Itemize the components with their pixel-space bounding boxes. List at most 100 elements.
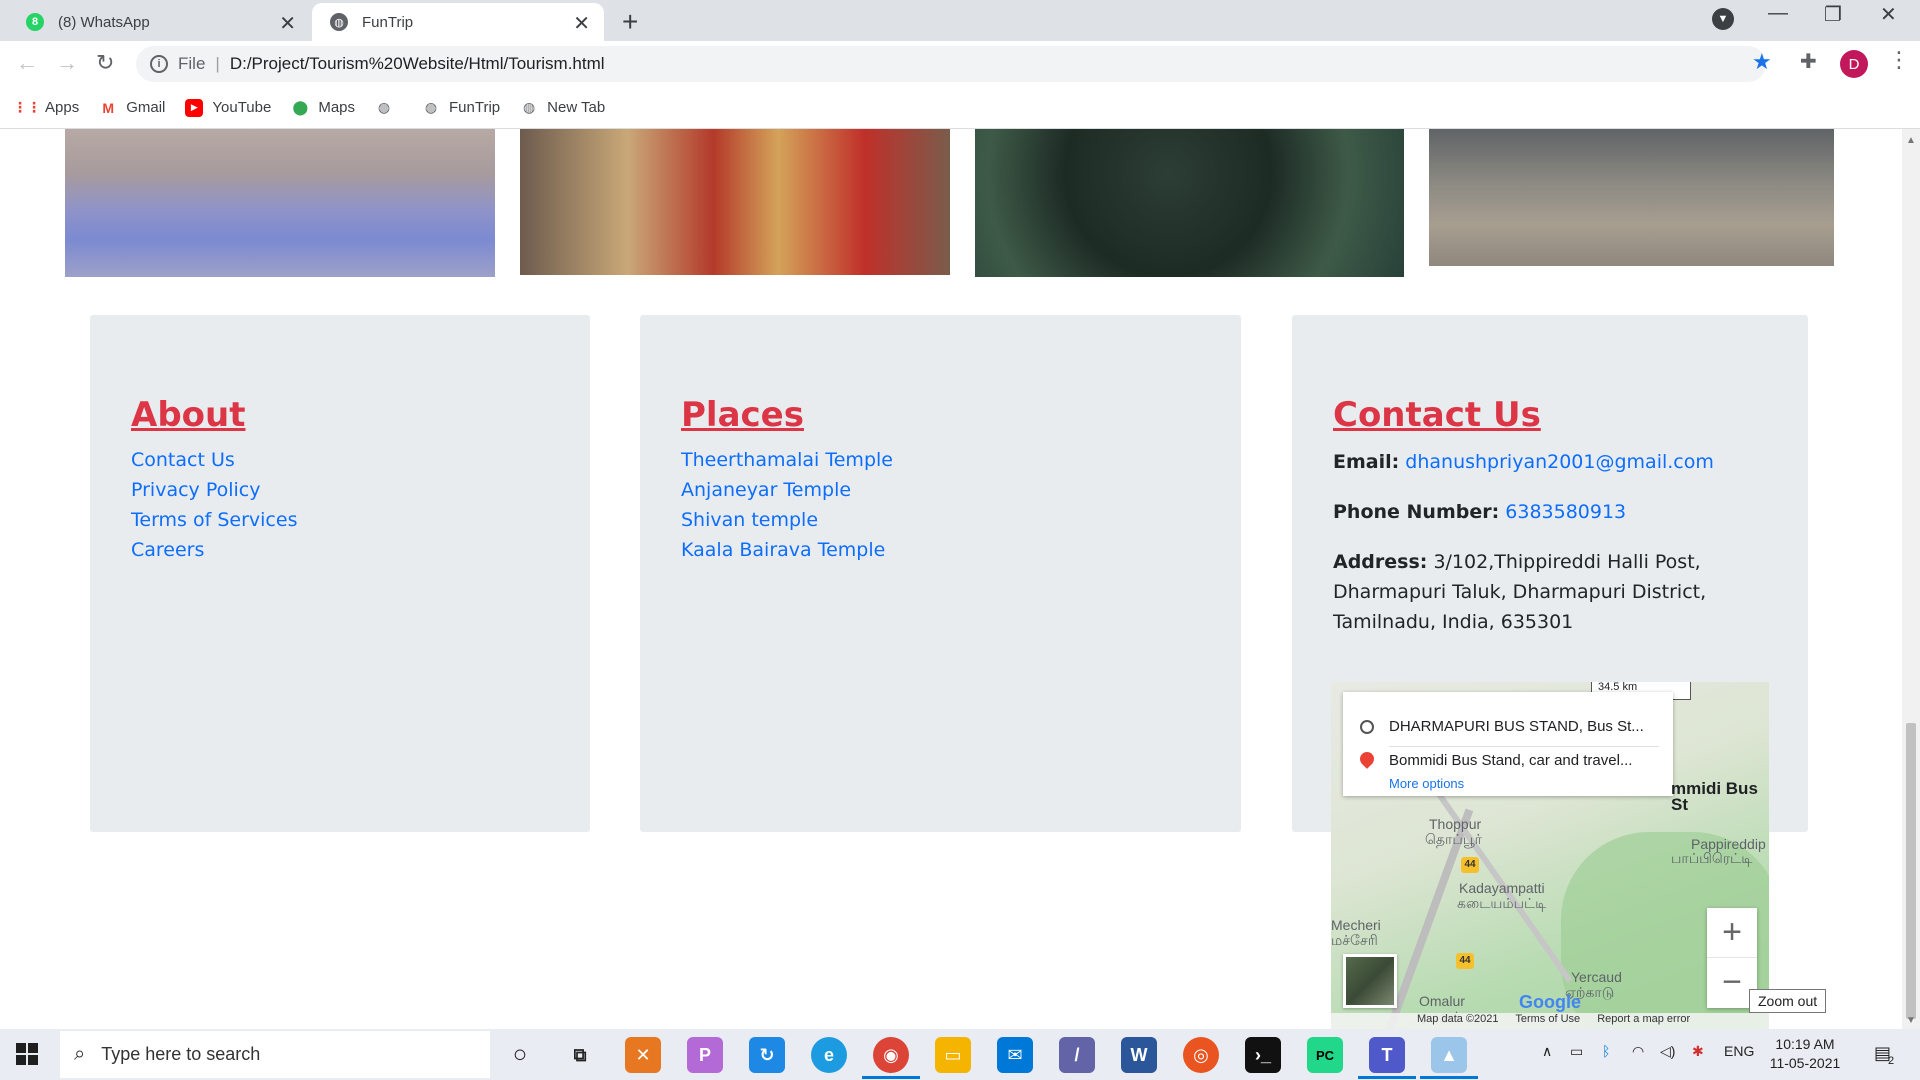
bookmark-star-icon[interactable]: ★ bbox=[1752, 49, 1772, 75]
wifi-icon[interactable]: ◠ bbox=[1632, 1043, 1644, 1060]
bookmark-new-tab[interactable]: ◍ New Tab bbox=[520, 99, 605, 117]
teams-icon[interactable]: T bbox=[1369, 1037, 1405, 1073]
youtube-icon: ▶ bbox=[185, 98, 204, 117]
task-view-icon[interactable]: ⧉ bbox=[562, 1037, 598, 1073]
search-placeholder: Type here to search bbox=[101, 1044, 261, 1064]
scroll-thumb[interactable] bbox=[1906, 723, 1916, 1019]
google-logo: Google bbox=[1519, 992, 1581, 1012]
tab-whatsapp[interactable]: 8 (8) WhatsApp ✕ bbox=[8, 3, 310, 41]
bookmark-globe[interactable]: ◍ bbox=[375, 99, 402, 117]
map-label-thoppur: Thoppur bbox=[1429, 816, 1482, 832]
ubuntu-icon[interactable]: ◎ bbox=[1183, 1037, 1219, 1073]
map-label-omalur: Omalur bbox=[1419, 993, 1465, 1009]
map-label-pappireddi-ta: பாப்பிரெட்டி bbox=[1671, 850, 1753, 866]
tab-funtrip[interactable]: ◍ FunTrip ✕ bbox=[312, 3, 604, 41]
close-window-button[interactable]: ✕ bbox=[1880, 2, 1897, 27]
zoom-in-button[interactable]: + bbox=[1707, 908, 1757, 958]
whatsapp-icon: 8 bbox=[26, 13, 44, 31]
bookmark-label: New Tab bbox=[547, 99, 606, 116]
app-icon[interactable]: / bbox=[1059, 1037, 1095, 1073]
new-tab-button[interactable]: + bbox=[622, 6, 638, 38]
image-viewer-icon[interactable]: ▲ bbox=[1431, 1037, 1467, 1073]
battery-icon[interactable]: ▭ bbox=[1570, 1043, 1583, 1060]
directions-panel[interactable]: DHARMAPURI BUS STAND, Bus St... Bommidi … bbox=[1343, 692, 1673, 796]
embedded-map[interactable]: 34.5 km DHARMAPURI BUS STAND, Bus St... … bbox=[1331, 682, 1769, 1029]
address-url[interactable]: D:/Project/Tourism%20Website/Html/Touris… bbox=[230, 54, 605, 74]
browser-toolbar: ← → ↻ i File | D:/Project/Tourism%20Webs… bbox=[0, 41, 1920, 87]
address-scheme: File bbox=[178, 54, 206, 73]
taskbar-search[interactable]: ⌕ Type here to search bbox=[60, 1031, 490, 1078]
terms-of-use-link[interactable]: Terms of Use bbox=[1515, 1013, 1580, 1025]
destination-text[interactable]: Bommidi Bus Stand, car and travel... bbox=[1389, 752, 1632, 769]
link-shivan-temple[interactable]: Shivan temple bbox=[681, 509, 893, 539]
bookmark-funtrip[interactable]: ◍ FunTrip bbox=[422, 99, 500, 117]
link-privacy-policy[interactable]: Privacy Policy bbox=[131, 479, 297, 509]
link-kaala-bairava-temple[interactable]: Kaala Bairava Temple bbox=[681, 539, 893, 569]
scroll-down-icon[interactable]: ▼ bbox=[1906, 1015, 1916, 1026]
tray-chevron-icon[interactable]: ∧ bbox=[1542, 1043, 1552, 1060]
xampp-icon[interactable]: ✕ bbox=[625, 1037, 661, 1073]
link-careers[interactable]: Careers bbox=[131, 539, 297, 569]
places-links: Theerthamalai Temple Anjaneyar Temple Sh… bbox=[681, 449, 893, 569]
back-icon[interactable]: ← bbox=[16, 50, 38, 76]
tab-search-icon[interactable]: ▼ bbox=[1712, 8, 1734, 30]
active-app-indicator bbox=[862, 1076, 920, 1079]
close-icon[interactable]: ✕ bbox=[279, 11, 296, 36]
bluetooth-icon[interactable]: ᛒ bbox=[1602, 1043, 1610, 1059]
link-theerthamalai-temple[interactable]: Theerthamalai Temple bbox=[681, 449, 893, 479]
chrome-icon[interactable]: ◉ bbox=[873, 1037, 909, 1073]
profile-avatar[interactable]: D bbox=[1840, 50, 1868, 78]
picsart-icon[interactable]: P bbox=[687, 1037, 723, 1073]
extensions-icon[interactable]: ✚ bbox=[1800, 49, 1817, 74]
mail-icon[interactable]: ✉ bbox=[997, 1037, 1033, 1073]
language-indicator[interactable]: ENG bbox=[1724, 1043, 1754, 1059]
link-contact-us[interactable]: Contact Us bbox=[131, 449, 297, 479]
info-icon[interactable]: i bbox=[150, 55, 168, 73]
map-label-bommidi: mmidi Bus St bbox=[1671, 779, 1758, 814]
link-terms-of-services[interactable]: Terms of Services bbox=[131, 509, 297, 539]
sync-app-icon[interactable]: ↻ bbox=[749, 1037, 785, 1073]
minimize-button[interactable]: — bbox=[1768, 2, 1788, 25]
map-label-kadayampatti: Kadayampatti bbox=[1459, 880, 1545, 896]
page-scrollbar[interactable]: ▲ ▼ bbox=[1902, 129, 1920, 1029]
reload-icon[interactable]: ↻ bbox=[96, 50, 114, 76]
notification-count: 2 bbox=[1888, 1055, 1895, 1067]
report-map-error-link[interactable]: Report a map error bbox=[1597, 1013, 1690, 1025]
maximize-button[interactable]: ❐ bbox=[1824, 2, 1842, 27]
close-icon[interactable]: ✕ bbox=[573, 11, 590, 36]
address-bar[interactable]: i File | D:/Project/Tourism%20Website/Ht… bbox=[136, 46, 1766, 82]
map-data-text: Map data ©2021 bbox=[1417, 1013, 1499, 1025]
cortana-icon[interactable]: ○ bbox=[502, 1037, 538, 1073]
page-viewport: About Contact Us Privacy Policy Terms of… bbox=[0, 129, 1902, 1029]
file-explorer-icon[interactable]: ▭ bbox=[935, 1037, 971, 1073]
terminal-icon[interactable]: ›_ bbox=[1245, 1037, 1281, 1073]
satellite-toggle[interactable] bbox=[1343, 954, 1397, 1008]
bookmark-apps[interactable]: ⋮⋮ Apps bbox=[13, 99, 79, 117]
link-anjaneyar-temple[interactable]: Anjaneyar Temple bbox=[681, 479, 893, 509]
volume-icon[interactable]: ◁) bbox=[1660, 1043, 1675, 1060]
bookmark-youtube[interactable]: ▶ YouTube bbox=[185, 98, 271, 117]
phone-label: Phone Number: bbox=[1333, 501, 1500, 523]
forward-icon[interactable]: → bbox=[56, 50, 78, 76]
map-label-mecheri: Mecheri bbox=[1331, 917, 1381, 933]
clock-time: 10:19 AM bbox=[1775, 1036, 1835, 1052]
word-icon[interactable]: W bbox=[1121, 1037, 1157, 1073]
windows-start-icon[interactable] bbox=[16, 1043, 38, 1065]
more-options-link[interactable]: More options bbox=[1389, 776, 1464, 791]
taskbar-clock[interactable]: 10:19 AM 11-05-2021 bbox=[1765, 1035, 1845, 1073]
menu-icon[interactable]: ⋮ bbox=[1888, 47, 1910, 73]
phone-link[interactable]: 6383580913 bbox=[1505, 501, 1626, 523]
address-label: Address: bbox=[1333, 551, 1428, 573]
tab-strip: 8 (8) WhatsApp ✕ ◍ FunTrip ✕ + ▼ — ❐ ✕ bbox=[0, 0, 1920, 41]
map-attribution: Map data ©2021 Terms of Use Report a map… bbox=[1331, 1013, 1769, 1029]
origin-text[interactable]: DHARMAPURI BUS STAND, Bus St... bbox=[1389, 718, 1644, 735]
about-heading: About bbox=[131, 395, 246, 435]
pycharm-icon[interactable]: PC bbox=[1307, 1037, 1343, 1073]
email-link[interactable]: dhanushpriyan2001@gmail.com bbox=[1405, 451, 1714, 473]
scroll-up-icon[interactable]: ▲ bbox=[1906, 135, 1916, 146]
address-separator: | bbox=[215, 54, 220, 73]
edge-icon[interactable]: e bbox=[811, 1037, 847, 1073]
bookmark-gmail[interactable]: M Gmail bbox=[99, 99, 165, 117]
bookmark-maps[interactable]: ⬤ Maps bbox=[291, 99, 355, 117]
antivirus-icon[interactable]: ✱ bbox=[1692, 1043, 1704, 1060]
